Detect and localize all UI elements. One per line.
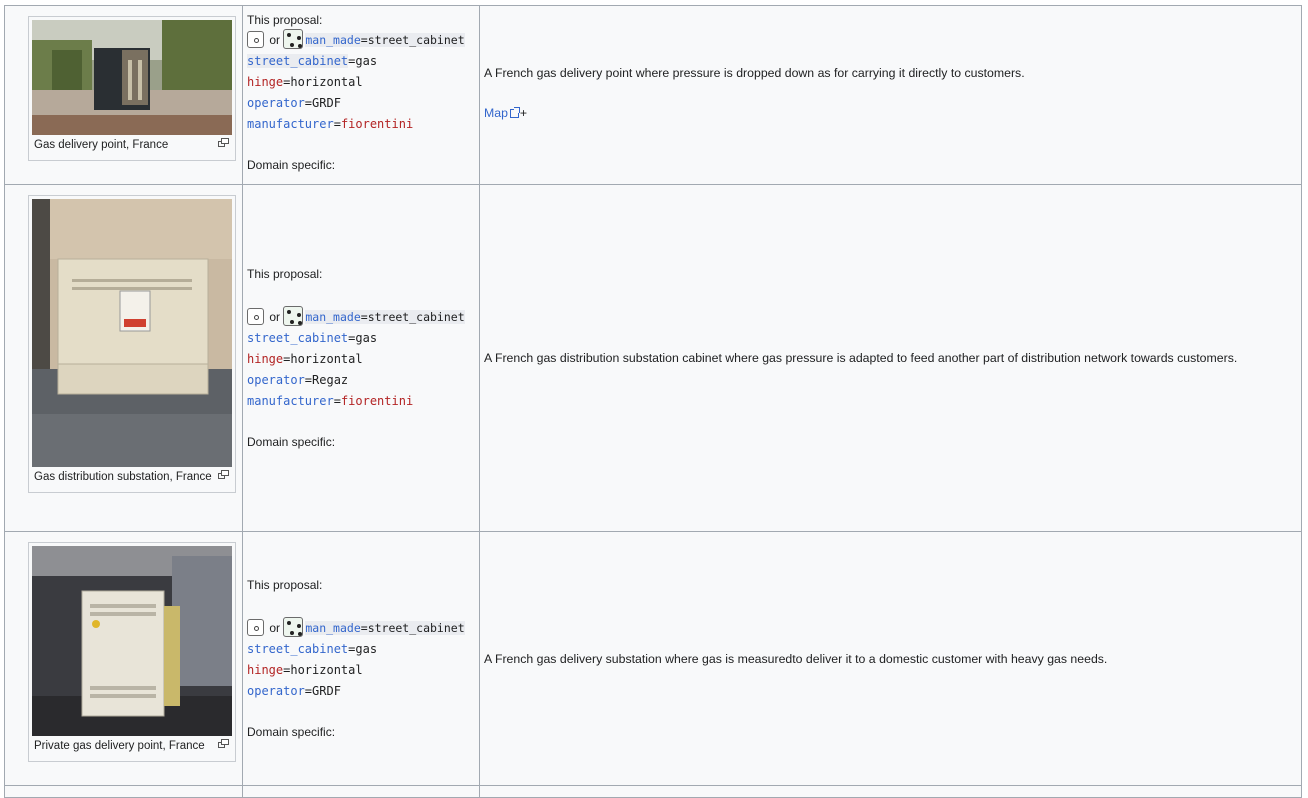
- tags-cell: This proposal: or man_made=street_cabine…: [242, 531, 480, 786]
- or-text: or: [269, 309, 281, 324]
- node-icon[interactable]: [247, 307, 264, 325]
- tag-value: GRDF: [312, 96, 341, 110]
- tag-value: horizontal: [290, 75, 363, 89]
- tags-cell: This proposal: or man_made=street_cabine…: [242, 5, 480, 185]
- tag-key-link[interactable]: manufacturer: [247, 394, 334, 408]
- tagging-examples-table: Gas delivery point, France This proposal…: [4, 5, 1302, 798]
- tag-value: street_cabinet: [367, 620, 465, 635]
- tags-cell: This proposal: or man_made=street_cabine…: [242, 184, 480, 532]
- tag-key: hinge: [247, 662, 284, 677]
- image-cell: Gas delivery point, France: [4, 5, 243, 185]
- enlarge-icon[interactable]: [218, 739, 229, 748]
- table-row: [4, 785, 1302, 798]
- tag-value: street_cabinet: [367, 309, 465, 324]
- map-add-link[interactable]: +: [520, 106, 527, 120]
- tag-key-link[interactable]: operator: [247, 96, 305, 110]
- tag-value: GRDF: [312, 683, 341, 698]
- domain-specific-label: Domain specific:: [247, 724, 336, 739]
- tag-value: gas: [355, 54, 378, 68]
- area-icon[interactable]: [283, 305, 304, 326]
- tag-key-link[interactable]: street_cabinet: [247, 331, 348, 345]
- image-cell: Gas distribution substation, France: [4, 184, 243, 532]
- thumbnail: Gas delivery point, France: [28, 16, 236, 161]
- tag-key: hinge: [247, 75, 284, 89]
- or-text: or: [269, 620, 281, 635]
- description-text: A French gas delivery substation where g…: [484, 651, 1108, 666]
- domain-specific-label: Domain specific:: [247, 158, 336, 172]
- tag-key: hinge: [247, 351, 284, 366]
- tag-value: horizontal: [290, 351, 363, 366]
- tag-key-link[interactable]: man_made: [305, 309, 361, 324]
- or-text: or: [269, 33, 281, 47]
- description-text: A French gas delivery point where pressu…: [484, 66, 1025, 80]
- proposal-label: This proposal:: [247, 266, 323, 281]
- tag-value: Regaz: [312, 372, 349, 387]
- table-row: Gas distribution substation, France This…: [4, 184, 1302, 532]
- table-row: Private gas delivery point, France This …: [4, 531, 1302, 786]
- tag-value: street_cabinet: [367, 33, 465, 47]
- description-text: A French gas distribution substation cab…: [484, 351, 1238, 365]
- area-icon[interactable]: [283, 616, 304, 637]
- enlarge-icon[interactable]: [218, 470, 229, 479]
- tag-value: gas: [355, 641, 378, 656]
- tag-key-link[interactable]: street_cabinet: [247, 642, 348, 656]
- map-link[interactable]: Map: [484, 106, 508, 120]
- proposal-label: This proposal:: [247, 13, 323, 27]
- proposal-label: This proposal:: [247, 577, 323, 592]
- tag-value: fiorentini: [340, 117, 414, 131]
- tag-value: gas: [355, 330, 378, 345]
- tag-key-link[interactable]: man_made: [305, 620, 361, 635]
- tag-key-link[interactable]: operator: [247, 684, 305, 698]
- image-caption: Gas distribution substation, France: [34, 471, 212, 483]
- gas-substation-photo[interactable]: [32, 199, 232, 467]
- external-link-icon: [509, 107, 520, 118]
- node-icon[interactable]: [247, 31, 264, 48]
- image-caption: Private gas delivery point, France: [34, 740, 205, 752]
- tag-key-link[interactable]: street_cabinet: [247, 54, 349, 68]
- tag-value: fiorentini: [340, 393, 414, 408]
- enlarge-icon[interactable]: [218, 138, 229, 147]
- gas-delivery-point-photo[interactable]: [32, 20, 232, 135]
- thumbnail: Gas distribution substation, France: [28, 195, 236, 493]
- area-icon[interactable]: [283, 29, 304, 49]
- tag-value: horizontal: [290, 662, 363, 677]
- tag-key-link[interactable]: man_made: [305, 33, 361, 47]
- tag-key-link[interactable]: manufacturer: [247, 117, 334, 131]
- private-gas-delivery-point-photo[interactable]: [32, 546, 232, 736]
- table-row: Gas delivery point, France This proposal…: [4, 5, 1302, 185]
- domain-specific-label: Domain specific:: [247, 434, 336, 449]
- image-caption: Gas delivery point, France: [34, 139, 169, 151]
- description-cell: A French gas delivery point where pressu…: [479, 5, 1302, 185]
- description-cell: A French gas distribution substation cab…: [479, 184, 1302, 532]
- thumbnail: Private gas delivery point, France: [28, 542, 236, 762]
- description-cell: A French gas delivery substation where g…: [479, 531, 1302, 786]
- image-cell: Private gas delivery point, France: [4, 531, 243, 786]
- tag-key-link[interactable]: operator: [247, 373, 305, 387]
- node-icon[interactable]: [247, 618, 264, 636]
